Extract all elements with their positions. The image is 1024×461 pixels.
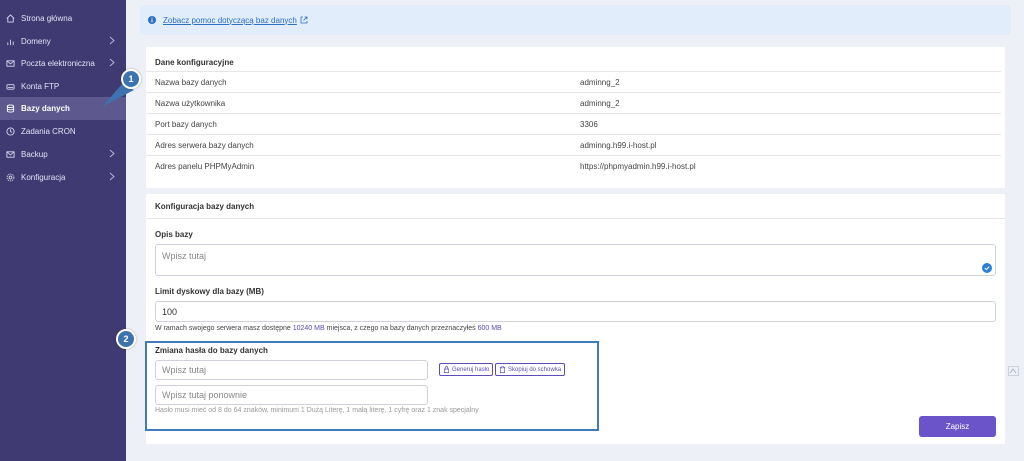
note-text: W ramach swojego serwera masz dostępne [155,325,291,332]
chevron-right-icon [109,172,115,181]
gear-icon [6,173,15,181]
description-textarea[interactable]: Wpisz tutaj [155,244,996,276]
description-label: Opis bazy [155,230,193,239]
home-icon [6,13,15,23]
mail-icon [6,150,15,158]
annotation-badge-1: 1 [121,69,141,89]
row-value: adminng_2 [580,78,620,87]
sidebar-item-settings[interactable]: Konfiguracja [0,166,126,188]
chevron-right-icon [109,36,115,45]
table-row: Port bazy danych 3306 [146,113,1001,134]
password-section-highlight [145,341,599,431]
sidebar-item-home[interactable]: Strona główna [0,7,126,29]
row-key: Adres panelu PHPMyAdmin [155,162,255,171]
row-key: Port bazy danych [155,120,217,129]
row-key: Adres serwera bazy danych [155,141,254,150]
table-row: Adres panelu PHPMyAdmin https://phpmyadm… [146,155,1001,176]
help-info-bar: Zobacz pomoc dotyczącą baz danych [140,5,1011,35]
chevron-right-icon [109,58,115,67]
table-row: Nazwa bazy danych adminng_2 [146,71,1001,92]
divider [146,218,1005,219]
sidebar-item-label: Domeny [21,36,51,46]
mail-icon [6,59,15,67]
note-used: 600 MB [477,325,502,332]
description-placeholder: Wpisz tutaj [162,251,207,261]
sidebar: Strona główna Domeny Poczta elektroniczn… [0,0,126,461]
sidebar-item-cron[interactable]: Zadania CRON [0,120,126,142]
corner-widget-icon[interactable] [1008,366,1019,376]
note-total: 10240 MB [292,325,325,332]
sidebar-item-label: Konfiguracja [21,172,66,182]
row-key: Nazwa bazy danych [155,78,227,87]
note-text: miejsca, z czego na bazy danych przeznac… [326,325,476,332]
database-icon [6,104,15,113]
disk-limit-value: 100 [162,306,178,317]
sidebar-item-email[interactable]: Poczta elektroniczna [0,52,126,74]
annotation-badge-2: 2 [116,329,136,349]
external-link-icon[interactable] [300,16,308,24]
sidebar-item-label: Backup [21,149,48,159]
clock-icon [6,126,15,136]
bar-chart-icon [7,39,14,45]
help-link[interactable]: Zobacz pomoc dotyczącą baz danych [163,16,297,25]
table-row: Adres serwera bazy danych adminng.h99.i-… [146,134,1001,155]
info-icon [148,16,156,24]
grammar-check-icon[interactable] [982,263,992,273]
db-config-title: Konfiguracja bazy danych [155,202,255,211]
chevron-right-icon [109,149,115,158]
sidebar-item-label: Bazy danych [21,104,70,113]
row-value: adminng_2 [580,99,620,108]
disk-usage-note: W ramach swojego serwera masz dostępne 1… [155,325,502,332]
disk-limit-label: Limit dyskowy dla bazy (MB) [155,287,264,296]
row-value: 3306 [580,120,598,129]
row-value: https://phpmyadmin.h99.i-host.pl [580,162,696,171]
row-value: adminng.h99.i-host.pl [580,141,657,150]
config-data-card: Dane konfiguracyjne Nazwa bazy danych ad… [146,47,1005,188]
row-key: Nazwa użytkownika [155,99,226,108]
table-row: Nazwa użytkownika adminng_2 [146,92,1001,113]
config-data-title: Dane konfiguracyjne [155,58,234,67]
sidebar-item-domains[interactable]: Domeny [0,30,126,52]
save-button[interactable]: Zapisz [919,416,996,437]
sidebar-item-label: Konta FTP [21,81,60,91]
sidebar-item-label: Strona główna [21,13,73,23]
sidebar-item-label: Poczta elektroniczna [21,58,95,68]
sidebar-item-backup[interactable]: Backup [0,143,126,165]
disk-limit-input[interactable]: 100 [155,301,996,322]
sidebar-item-label: Zadania CRON [21,126,76,136]
drive-icon [6,83,15,90]
